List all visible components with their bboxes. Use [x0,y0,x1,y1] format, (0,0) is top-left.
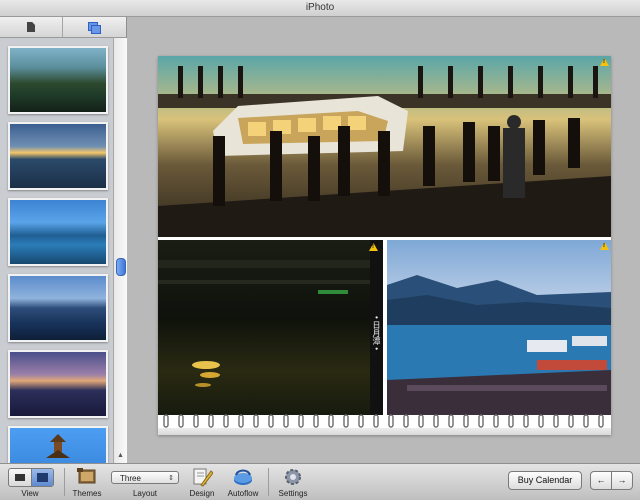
calendar-page: ! • 日月潭 • ! ! [158,56,611,435]
sidebar-tabs [0,17,126,38]
lake-mountains-image [387,240,611,415]
sidebar-scrollbar[interactable]: ▲ [113,38,127,463]
tab-single-page[interactable] [0,17,63,37]
view-segmented-control[interactable] [8,468,54,487]
thumbnail-page-5[interactable] [8,350,108,418]
arrow-left-icon: ← [596,475,606,485]
autoflow-button[interactable]: Autoflow [225,464,261,500]
thumbnail-page-2[interactable] [8,122,108,190]
window-title: iPhoto [305,2,335,13]
photo-dark-water[interactable]: • 日月潭 • ! [158,240,383,415]
photo-boat-dock[interactable]: ! [158,56,611,237]
scroll-thumb[interactable] [116,258,126,276]
view-label: View [21,489,39,498]
bottom-toolbar: View Themes Three ⇕ Layout Design Autofl… [0,463,640,500]
layout-control: Layout [111,464,179,500]
document-icon [27,22,35,32]
settings-label: Settings [278,489,308,498]
photo-lake-mountains[interactable]: ! [387,240,611,415]
thumbnail-page-4[interactable] [8,274,108,342]
calendar-binding [163,414,604,428]
view-spread-button[interactable] [32,469,53,486]
autoflow-label: Autoflow [227,489,259,498]
settings-button[interactable]: Settings [274,464,312,500]
dark-water-image [158,240,383,415]
view-single-button[interactable] [9,469,32,486]
vertical-caption: • 日月潭 • [370,240,383,415]
themes-label: Themes [72,489,102,498]
layout-label: Layout [132,489,158,498]
tab-all-pages[interactable] [63,17,125,37]
buy-calendar-button[interactable]: Buy Calendar [508,471,582,490]
boat-dock-image [158,56,611,237]
design-button[interactable]: Design [186,464,218,500]
thumbnail-page-6[interactable] [8,426,108,463]
pages-icon [88,22,101,34]
next-page-button[interactable]: → [611,471,633,490]
view-control: View [0,464,60,500]
pagoda-icon [46,434,70,458]
thumbnail-list [0,38,113,463]
gear-icon [285,469,301,485]
window-title-bar: iPhoto [0,0,640,17]
page-footer-area [158,428,611,435]
toolbar-divider [268,468,269,496]
themes-button[interactable]: Themes [68,464,106,500]
autoflow-icon [234,469,252,485]
design-label: Design [189,489,215,498]
thumbnail-page-3[interactable] [8,198,108,266]
single-view-icon [15,474,25,481]
design-icon [193,468,213,487]
page-sidebar: ▲ [0,17,127,463]
caption-text: • 日月潭 • [372,316,381,351]
scroll-up-arrow[interactable]: ▲ [117,452,124,459]
spread-view-icon [37,473,48,482]
toolbar-divider [64,468,65,496]
themes-icon [77,468,96,484]
previous-page-button[interactable]: ← [590,471,612,490]
calendar-canvas: ! • 日月潭 • ! ! [127,17,640,463]
arrow-right-icon: → [617,475,627,485]
thumbnail-page-1[interactable] [8,46,108,114]
